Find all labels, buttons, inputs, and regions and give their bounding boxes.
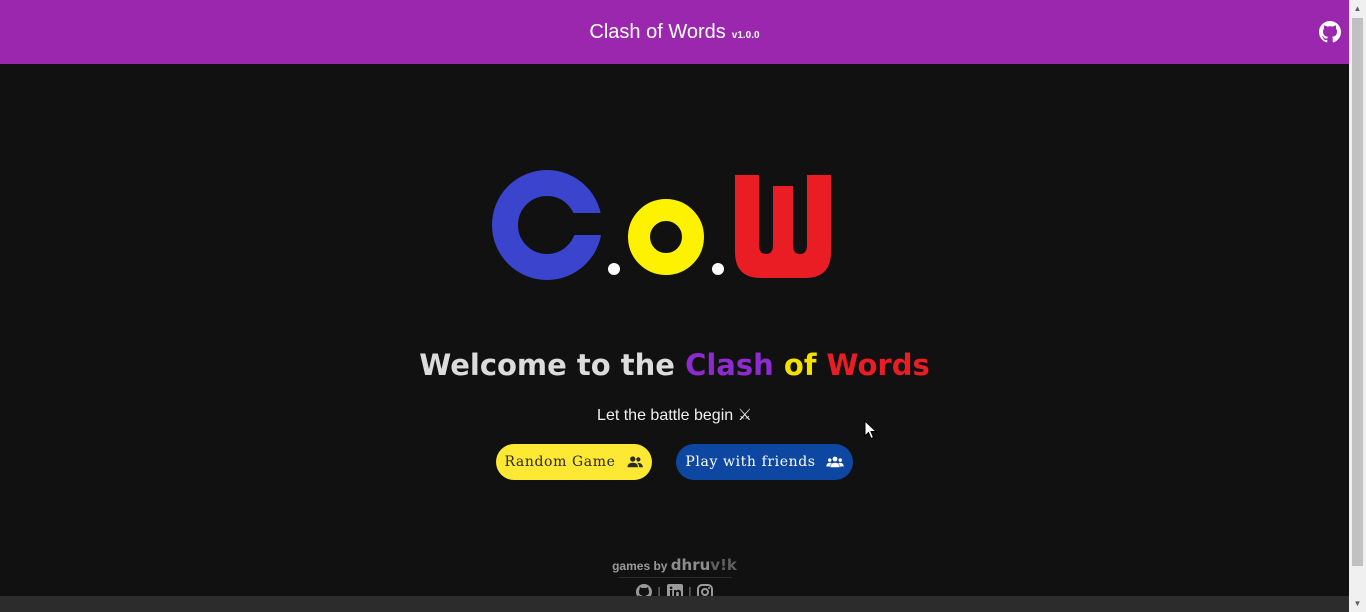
subtitle: Let the battle begin ⚔ [597, 407, 752, 424]
users-icon [627, 456, 643, 468]
logo-letter-o [628, 199, 704, 275]
bottom-bar [0, 596, 1349, 612]
footer-divider [618, 577, 732, 578]
user-group-icon [825, 456, 844, 468]
credit-by: games by [612, 559, 668, 573]
welcome-prefix: Welcome to the [419, 348, 675, 382]
app-header: Clash of Words v1.0.0 [0, 0, 1349, 64]
welcome-word-of: of [783, 348, 817, 382]
random-game-label: Random Game [504, 454, 616, 470]
welcome-word-clash: Clash [685, 348, 774, 382]
welcome-word-words: Words [826, 348, 930, 382]
random-game-button[interactable]: Random Game [496, 444, 652, 480]
scroll-up-arrow-icon[interactable]: ▲ [1349, 0, 1366, 17]
logo-letter-c [492, 170, 602, 280]
brand-name[interactable]: dhruv!k [671, 556, 737, 574]
github-icon[interactable] [1319, 21, 1341, 43]
cow-logo [492, 170, 831, 280]
scroll-down-arrow-icon[interactable]: ▼ [1349, 595, 1366, 612]
welcome-heading: Welcome to the Clash of Words [0, 348, 1349, 382]
brand-main: dhru [670, 556, 711, 574]
play-with-friends-button[interactable]: Play with friends [676, 444, 853, 480]
credit-text: games by dhruv!k [0, 556, 1349, 574]
app-version: v1.0.0 [731, 29, 760, 41]
play-with-friends-label: Play with friends [685, 454, 816, 470]
logo-dot-1 [608, 263, 620, 275]
mouse-cursor-icon [864, 420, 878, 440]
app-title: Clash of Words [589, 20, 726, 43]
page: Clash of Words v1.0.0 Welcome to the Cla… [0, 0, 1349, 612]
logo-letter-w [735, 175, 831, 278]
logo-dot-2 [712, 263, 724, 275]
scroll-thumb[interactable] [1352, 18, 1363, 566]
vertical-scrollbar[interactable]: ▲ ▼ [1349, 0, 1366, 612]
brand-tail: v!k [710, 556, 737, 574]
